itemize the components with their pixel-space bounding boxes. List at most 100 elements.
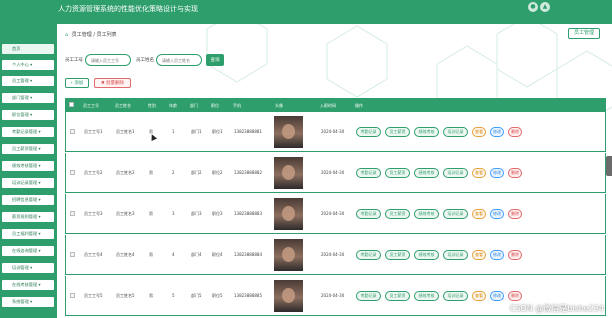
cell-name: 员工姓名4 [116,252,135,257]
user-icon[interactable]: ▲ [540,2,550,12]
cell-dept: 部门5 [191,293,202,298]
sidebar-item-system[interactable]: 系统管理 ▾ [1,296,55,308]
attendance-button[interactable]: 考勤记录 [356,168,381,178]
cell-position: 职位5 [212,293,223,298]
select-all-checkbox[interactable] [69,102,74,107]
employee-id-input[interactable] [85,54,131,66]
batch-delete-button[interactable]: ✖ 批量删除 [94,78,131,88]
header-button[interactable]: 员工管理 [567,28,600,39]
edit-button[interactable]: 修改 [490,168,504,178]
search-label-name: 员工姓名 [136,58,154,63]
salary-button[interactable]: 员工薪资 [385,127,410,137]
top-bar: 人力资源管理系统的性能优化策略设计与实现 ● ▲ [0,0,612,20]
salary-button[interactable]: 员工薪资 [385,168,410,178]
performance-button[interactable]: 绩效考核 [414,168,439,178]
sidebar-item-performance[interactable]: 绩效考核管理 ▾ [1,160,55,172]
training-button[interactable]: 培训记录 [443,127,468,137]
column-header: 手机 [233,103,241,108]
sidebar-item-employee[interactable]: 员工管理 ▾ [1,75,55,87]
edit-button[interactable]: 修改 [490,250,504,260]
cell-position: 职位3 [212,211,223,216]
delete-button[interactable]: 删除 [508,291,522,301]
view-button[interactable]: 查看 [472,209,486,219]
cell-name: 员工姓名5 [116,293,135,298]
training-button[interactable]: 培训记录 [443,291,468,301]
edit-button[interactable]: 修改 [490,209,504,219]
cell-date: 2024-04-30 [321,211,345,216]
view-button[interactable]: 查看 [472,127,486,137]
delete-button[interactable]: 删除 [508,209,522,219]
attendance-button[interactable]: 考勤记录 [356,127,381,137]
employee-name-input[interactable] [156,54,202,66]
sidebar-item-position[interactable]: 职位管理 ▾ [1,109,55,121]
cell-date: 2024-04-30 [321,129,345,134]
sidebar-item-training[interactable]: 培训管理 ▾ [1,262,55,274]
sidebar-item-home[interactable]: 首页 [1,43,55,55]
avatar [274,198,303,230]
breadcrumb: ⌂ 员工管理 / 员工列表 [65,31,117,38]
sidebar-item-consult[interactable]: 在线咨询管理 ▾ [1,245,55,257]
home-icon[interactable]: ⌂ [65,32,68,38]
training-button[interactable]: 培训记录 [443,168,468,178]
sidebar-item-attendance[interactable]: 考勤记录管理 ▾ [1,126,55,138]
performance-button[interactable]: 绩效考核 [414,209,439,219]
search-label-id: 员工工号 [65,58,83,63]
cell-dept: 部门3 [191,211,202,216]
row-checkbox[interactable] [70,293,75,298]
cell-gender: 男 [149,170,153,175]
view-button[interactable]: 查看 [472,250,486,260]
add-button[interactable]: + 添加 [65,78,89,88]
edit-button[interactable]: 修改 [490,291,504,301]
row-checkbox[interactable] [70,170,75,175]
breadcrumb-item[interactable]: 员工管理 [72,32,92,38]
cell-position: 职位4 [212,252,223,257]
cell-dept: 部门2 [191,170,202,175]
row-checkbox[interactable] [70,129,75,134]
sidebar-item-profile[interactable]: 个人中心 ▾ [1,59,55,71]
salary-button[interactable]: 员工薪资 [385,291,410,301]
cell-position: 职位1 [212,129,223,134]
sidebar-item-salary-rules[interactable]: 薪资规则管理 ▾ [1,211,55,223]
training-button[interactable]: 培训记录 [443,250,468,260]
attendance-button[interactable]: 考勤记录 [356,250,381,260]
column-header: 性别 [148,103,156,108]
app-title: 人力资源管理系统的性能优化策略设计与实现 [58,5,198,13]
sidebar-item-recruitment[interactable]: 招聘信息管理 ▾ [1,194,55,206]
cell-age: 2 [172,170,175,175]
performance-button[interactable]: 绩效考核 [414,127,439,137]
avatar [274,280,303,312]
row-checkbox[interactable] [70,211,75,216]
edit-button[interactable]: 修改 [490,127,504,137]
cell-age: 3 [172,211,175,216]
cell-date: 2024-04-30 [321,170,345,175]
performance-button[interactable]: 绩效考核 [414,250,439,260]
attendance-button[interactable]: 考勤记录 [356,291,381,301]
sidebar: 首页 个人中心 ▾ 员工管理 ▾ 部门管理 ▾ 职位管理 ▾ 考勤记录管理 ▾ … [0,40,57,318]
delete-button[interactable]: 删除 [508,250,522,260]
delete-button[interactable]: 删除 [508,168,522,178]
salary-button[interactable]: 员工薪资 [385,250,410,260]
sidebar-item-welfare[interactable]: 员工福利管理 ▾ [1,228,55,240]
sidebar-item-department[interactable]: 部门管理 ▾ [1,92,55,104]
salary-button[interactable]: 员工薪资 [385,209,410,219]
cell-phone: 13823888883 [234,211,262,216]
bell-icon[interactable]: ● [528,2,538,12]
avatar [274,116,303,148]
cell-gender: 男 [149,211,153,216]
column-header: 员工工号 [83,103,99,108]
view-button[interactable]: 查看 [472,168,486,178]
performance-button[interactable]: 绩效考核 [414,291,439,301]
sidebar-item-training-record[interactable]: 培训记录管理 ▾ [1,177,55,189]
row-checkbox[interactable] [70,252,75,257]
cell-id: 员工工号3 [84,211,103,216]
sidebar-item-exam[interactable]: 在线考核管理 ▾ [1,279,55,291]
view-button[interactable]: 查看 [472,291,486,301]
query-button[interactable]: 查询 [206,54,224,66]
attendance-button[interactable]: 考勤记录 [356,209,381,219]
sidebar-item-salary[interactable]: 员工薪资管理 ▾ [1,143,55,155]
avatar [274,239,303,271]
training-button[interactable]: 培训记录 [443,209,468,219]
cell-name: 员工姓名1 [116,129,135,134]
side-collapse-handle[interactable] [606,156,612,176]
delete-button[interactable]: 删除 [508,127,522,137]
